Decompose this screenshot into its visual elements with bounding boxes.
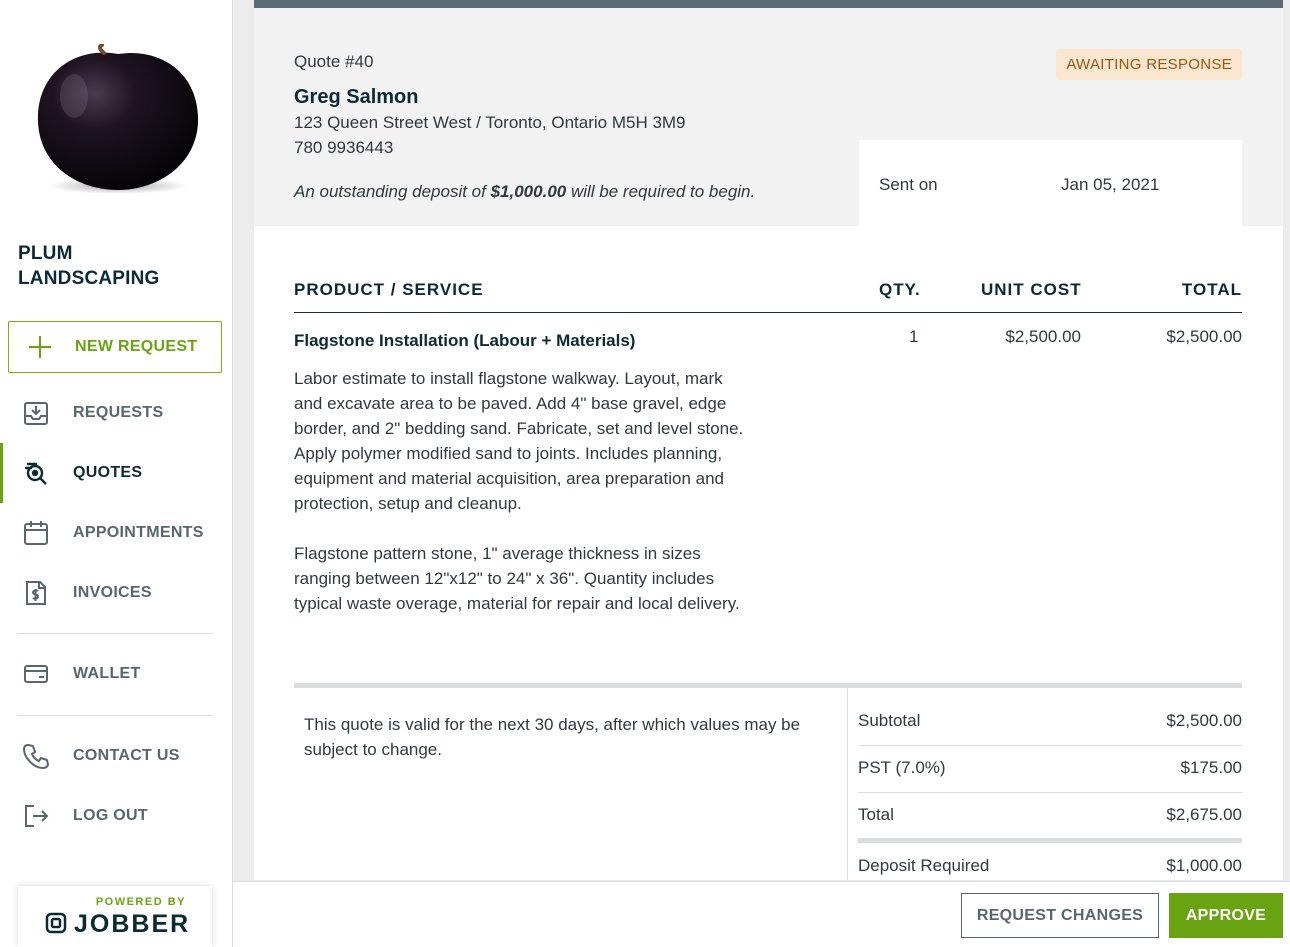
- invoice-dollar-icon: [26, 581, 46, 605]
- deposit-label: Deposit Required: [858, 856, 990, 875]
- table-header-divider: [294, 312, 1242, 313]
- sidebar-item-label: REQUESTS: [73, 404, 164, 421]
- header-qty: QTY.: [879, 280, 921, 299]
- sidebar-item-label: WALLET: [73, 665, 141, 682]
- sidebar-item-invoices[interactable]: INVOICES: [0, 563, 232, 623]
- sidebar-item-appointments[interactable]: APPOINTMENTS: [0, 503, 232, 563]
- deposit-suffix: will be required to begin.: [566, 182, 756, 201]
- sidebar-item-label: CONTACT US: [73, 747, 180, 764]
- new-request-button[interactable]: NEW REQUEST: [8, 321, 222, 373]
- summary-total-divider: [858, 838, 1242, 843]
- sent-on-date: Jan 05, 2021: [1061, 175, 1160, 194]
- line-item-total: $2,500.00: [1166, 327, 1242, 346]
- card-top-bar: [254, 0, 1283, 8]
- deposit-note: An outstanding deposit of $1,000.00 will…: [294, 182, 755, 202]
- tax-row: PST (7.0%) $175.00: [858, 746, 1242, 793]
- deposit-row: Deposit Required $1,000.00: [858, 844, 1242, 880]
- line-item-description: Labor estimate to install flagstone walk…: [294, 369, 744, 613]
- subtotal-value: $2,500.00: [1166, 711, 1242, 730]
- sidebar-item-quotes[interactable]: QUOTES: [0, 443, 232, 503]
- validity-note: This quote is valid for the next 30 days…: [304, 715, 801, 759]
- client-name: Greg Salmon: [294, 86, 419, 108]
- client-phone: 780 9936443: [294, 138, 394, 157]
- quote-search-icon: [24, 462, 47, 485]
- total-label: Total: [858, 805, 894, 824]
- client-address: 123 Queen Street West / Toronto, Ontario…: [294, 113, 686, 132]
- plus-icon: [27, 334, 53, 360]
- header-unit-cost: UNIT COST: [981, 280, 1082, 299]
- powered-by-label: POWERED BY: [95, 896, 186, 908]
- line-item-qty: 1: [909, 327, 919, 346]
- deposit-prefix: An outstanding deposit of: [294, 182, 491, 201]
- tax-label: PST (7.0%): [858, 758, 946, 777]
- quote-card: Quote #40 Greg Salmon 123 Queen Street W…: [254, 0, 1283, 880]
- sidebar-item-wallet[interactable]: WALLET: [0, 644, 232, 704]
- jobber-brand: JOBBER: [74, 910, 191, 938]
- sidebar-item-label: APPOINTMENTS: [73, 524, 204, 541]
- header-product-service: PRODUCT / SERVICE: [294, 280, 484, 299]
- summary-vertical-divider: [847, 688, 848, 880]
- sidebar: PLUM LANDSCAPING NEW REQUEST REQUESTS QU…: [0, 0, 233, 947]
- line-item-name: Flagstone Installation (Labour + Materia…: [294, 331, 636, 350]
- quote-header: Quote #40 Greg Salmon 123 Queen Street W…: [254, 8, 1283, 226]
- request-changes-button[interactable]: REQUEST CHANGES: [961, 893, 1159, 938]
- logout-icon: [25, 805, 49, 827]
- powered-by-jobber[interactable]: POWERED BY JOBBER: [18, 886, 212, 947]
- subtotal-label: Subtotal: [858, 711, 921, 730]
- action-footer: REQUEST CHANGES APPROVE: [233, 881, 1290, 947]
- status-badge: AWAITING RESPONSE: [1056, 49, 1242, 80]
- approve-button[interactable]: APPROVE: [1169, 893, 1283, 938]
- sidebar-divider: [17, 715, 213, 716]
- calendar-icon: [24, 521, 48, 545]
- sidebar-item-label: LOG OUT: [73, 807, 148, 824]
- sidebar-item-log-out[interactable]: LOG OUT: [0, 786, 232, 846]
- inbox-download-icon: [24, 402, 48, 425]
- new-request-label: NEW REQUEST: [75, 338, 198, 355]
- quote-number: Quote #40: [294, 52, 374, 71]
- sidebar-item-contact-us[interactable]: CONTACT US: [0, 726, 232, 786]
- sent-on-box: Sent on Jan 05, 2021: [859, 140, 1242, 226]
- phone-icon: [22, 743, 50, 770]
- sidebar-item-requests[interactable]: REQUESTS: [0, 383, 232, 443]
- total-value: $2,675.00: [1166, 805, 1242, 824]
- subtotal-row: Subtotal $2,500.00: [858, 699, 1242, 746]
- items-divider: [294, 683, 1242, 688]
- sidebar-divider: [17, 633, 213, 634]
- sidebar-item-label: INVOICES: [73, 584, 152, 601]
- deposit-amount: $1,000.00: [490, 182, 567, 201]
- company-name: PLUM LANDSCAPING: [18, 243, 160, 289]
- tax-value: $175.00: [1180, 758, 1242, 777]
- line-item-unit-cost: $2,500.00: [1005, 327, 1081, 346]
- wallet-card-icon: [24, 665, 48, 683]
- header-total: TOTAL: [1181, 280, 1242, 299]
- sidebar-item-label: QUOTES: [73, 464, 143, 481]
- deposit-value: $1,000.00: [1166, 856, 1242, 875]
- jobber-logo-icon: [45, 912, 67, 934]
- plum-logo-image: [37, 44, 199, 194]
- total-row: Total $2,675.00: [858, 793, 1242, 840]
- sent-on-label: Sent on: [879, 175, 938, 194]
